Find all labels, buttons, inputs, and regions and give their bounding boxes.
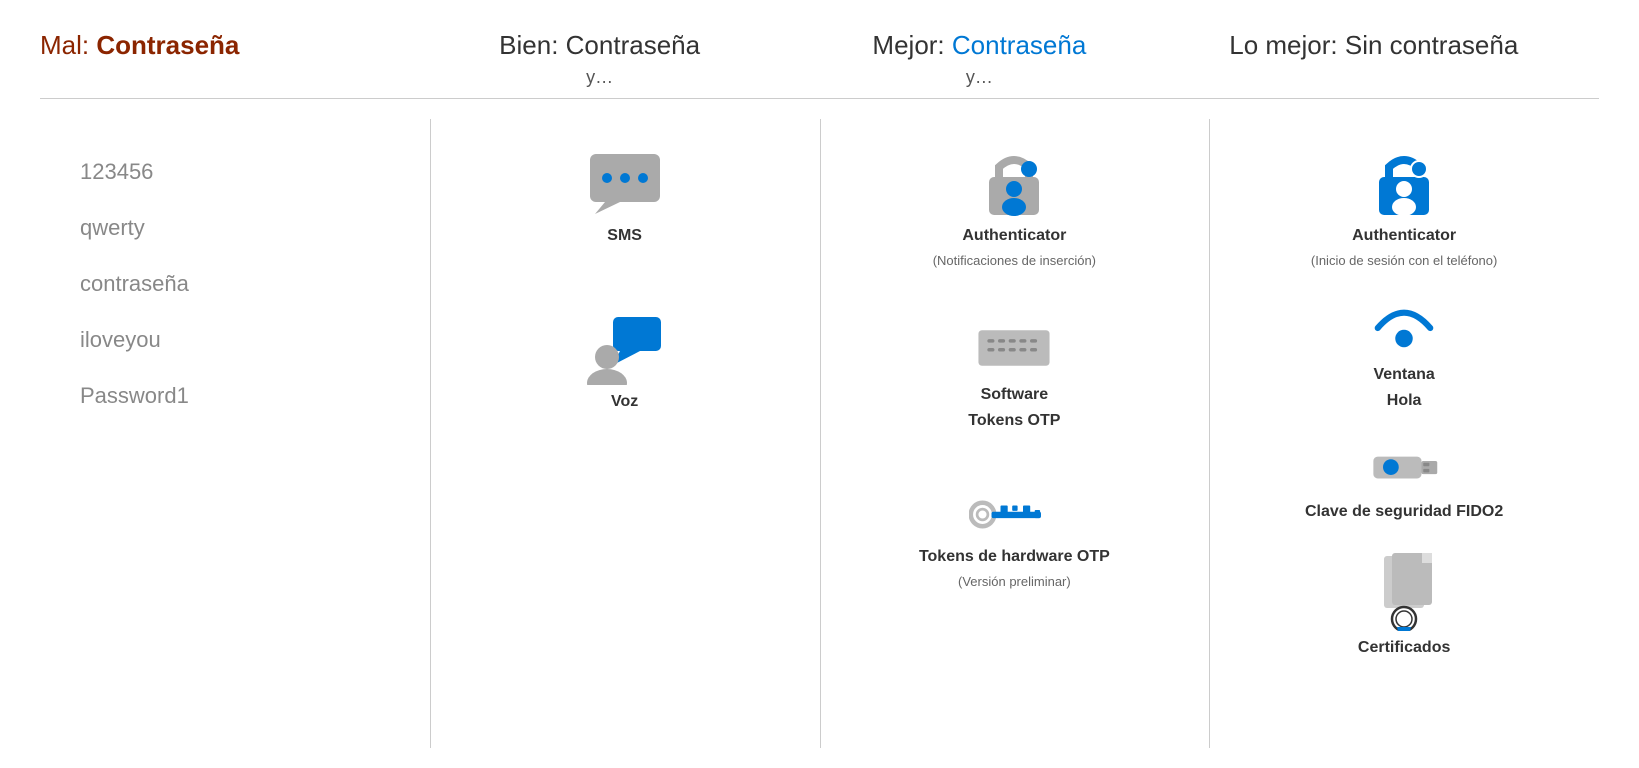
fido2-icon xyxy=(1369,440,1439,495)
sms-item: SMS xyxy=(585,149,665,245)
header-title-2: Bien: Contraseña xyxy=(499,30,700,61)
header-mejor-subtitle: y… xyxy=(966,67,993,88)
mejor-methods-list: Authenticator (Notificaciones de inserci… xyxy=(840,149,1190,589)
software-token-icon xyxy=(974,318,1054,378)
header-bad-main: Contraseña xyxy=(96,30,239,60)
bad-password-4: iloveyou xyxy=(80,327,410,353)
windows-hello-label-2: Hola xyxy=(1387,392,1422,410)
header-title-4: Lo mejor: Sin contraseña xyxy=(1229,30,1518,61)
mejor-section: Authenticator (Notificaciones de inserci… xyxy=(820,119,1210,748)
page: Mal: Contraseña Bien: Contraseña y… Mejo… xyxy=(0,0,1639,768)
software-token-item: Software Tokens OTP xyxy=(968,318,1060,430)
windows-hello-item: Ventana Hola xyxy=(1369,298,1439,410)
lo-mejor-methods-list: Authenticator (Inicio de sesión con el t… xyxy=(1229,149,1579,657)
authenticator-push-item: Authenticator (Notificaciones de inserci… xyxy=(933,149,1096,268)
header-bien-main: Contraseña xyxy=(566,30,700,60)
authenticator-phone-sublabel: (Inicio de sesión con el teléfono) xyxy=(1311,253,1497,268)
bien-section: SMS Voz xyxy=(430,119,820,748)
header-best-prefix: Lo mejor: xyxy=(1229,30,1345,60)
voz-item: Voz xyxy=(585,315,665,411)
bien-methods-list: SMS Voz xyxy=(450,149,800,411)
header-bien-prefix: Bien: xyxy=(499,30,566,60)
header-col3: Mejor: Contraseña y… xyxy=(790,30,1170,88)
header-mejor-main: Contraseña xyxy=(952,30,1086,60)
hardware-token-sublabel: (Versión preliminar) xyxy=(958,574,1071,589)
windows-hello-label-1: Ventana xyxy=(1373,366,1434,384)
authenticator-phone-item: Authenticator (Inicio de sesión con el t… xyxy=(1311,149,1497,268)
bad-passwords-list: 123456 qwerty contraseña iloveyou Passwo… xyxy=(60,159,410,409)
bad-password-5: Password1 xyxy=(80,383,410,409)
authenticator-push-label: Authenticator xyxy=(962,227,1066,245)
bad-password-3: contraseña xyxy=(80,271,410,297)
sms-icon xyxy=(585,149,665,219)
authenticator-push-sublabel: (Notificaciones de inserción) xyxy=(933,253,1096,268)
content-row: 123456 qwerty contraseña iloveyou Passwo… xyxy=(40,119,1599,748)
sms-label: SMS xyxy=(607,227,642,245)
voice-icon xyxy=(585,315,665,385)
software-token-label-1: Software xyxy=(981,386,1049,404)
fido2-label: Clave de seguridad FIDO2 xyxy=(1305,503,1503,521)
divider xyxy=(40,98,1599,99)
authenticator-phone-icon xyxy=(1369,149,1439,219)
certificate-label: Certificados xyxy=(1358,639,1450,657)
header-bien-subtitle: y… xyxy=(586,67,613,88)
fido2-item: Clave de seguridad FIDO2 xyxy=(1305,440,1503,521)
authenticator-push-icon xyxy=(979,149,1049,219)
bad-password-1: 123456 xyxy=(80,159,410,185)
header-col1: Mal: Contraseña xyxy=(40,30,410,61)
bad-passwords-section: 123456 qwerty contraseña iloveyou Passwo… xyxy=(40,119,430,748)
certificate-icon xyxy=(1364,551,1444,631)
hardware-token-item: Tokens de hardware OTP (Versión prelimin… xyxy=(919,480,1110,589)
header-best-main: Sin contraseña xyxy=(1345,30,1518,60)
authenticator-phone-label: Authenticator xyxy=(1352,227,1456,245)
hardware-token-icon xyxy=(969,480,1059,540)
header-mejor-prefix: Mejor: xyxy=(872,30,951,60)
header-bad-prefix: Mal: xyxy=(40,30,96,60)
windows-hello-icon xyxy=(1369,298,1439,358)
certificate-item: Certificados xyxy=(1358,551,1450,657)
header-title-1: Mal: Contraseña xyxy=(40,30,239,61)
header-title-3: Mejor: Contraseña xyxy=(872,30,1086,61)
software-token-label-2: Tokens OTP xyxy=(968,412,1060,430)
bad-password-2: qwerty xyxy=(80,215,410,241)
hardware-token-label: Tokens de hardware OTP xyxy=(919,548,1110,566)
lo-mejor-section: Authenticator (Inicio de sesión con el t… xyxy=(1209,119,1599,748)
header-col4: Lo mejor: Sin contraseña xyxy=(1169,30,1599,61)
header-row: Mal: Contraseña Bien: Contraseña y… Mejo… xyxy=(40,30,1599,88)
voz-label: Voz xyxy=(611,393,638,411)
header-col2: Bien: Contraseña y… xyxy=(410,30,790,88)
